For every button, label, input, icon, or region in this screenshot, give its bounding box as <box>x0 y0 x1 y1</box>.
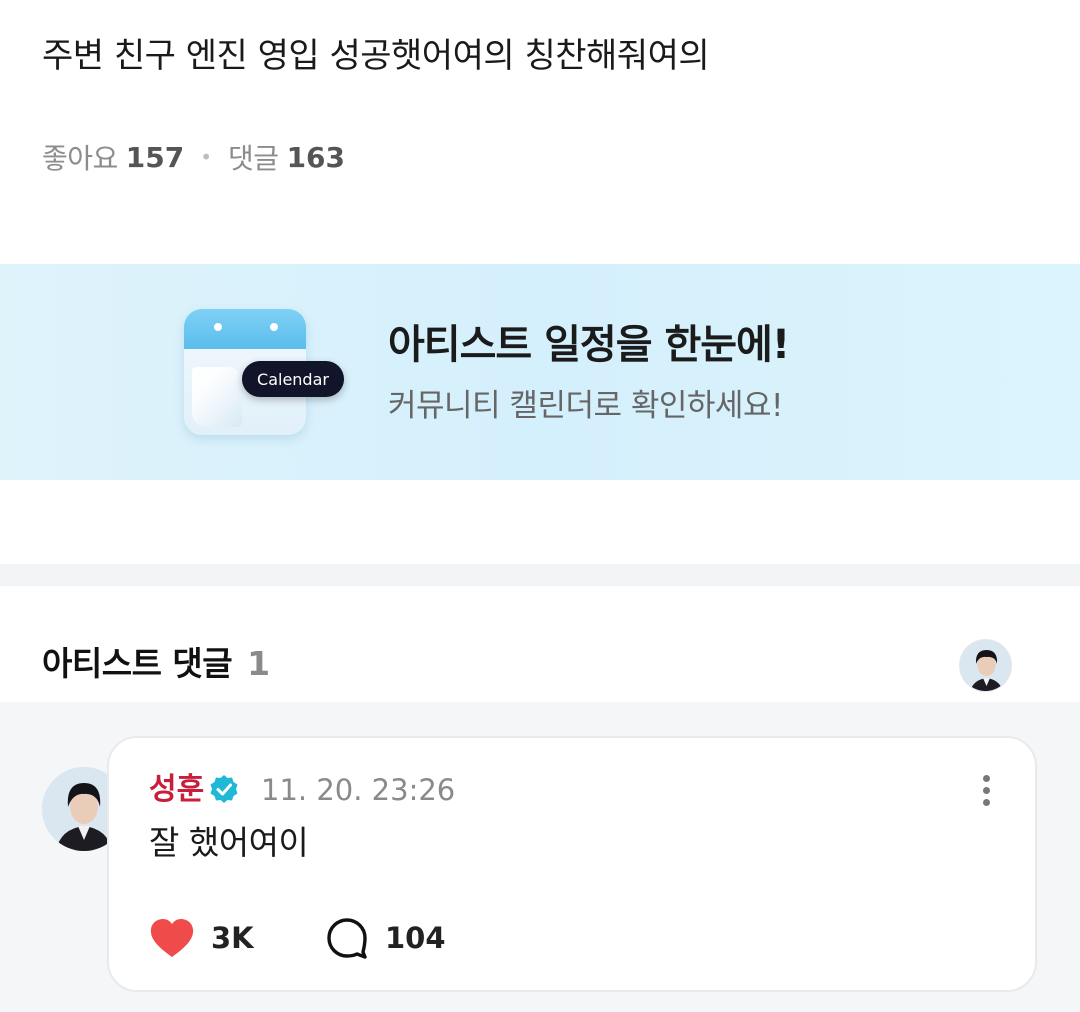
reply-button[interactable]: 104 <box>325 914 446 962</box>
artist-comments-count: 1 <box>247 644 270 683</box>
separator-dot: • <box>200 145 213 169</box>
comments-label: 댓글 <box>228 142 279 175</box>
reply-count: 104 <box>385 921 446 955</box>
artist-comments-heading: 아티스트 댓글 1 <box>42 640 270 688</box>
comment-author-name[interactable]: 성훈 <box>149 770 204 810</box>
comments-count[interactable]: 163 <box>287 141 345 174</box>
banner-title: 아티스트 일정을 한눈에! <box>388 322 790 368</box>
section-divider <box>0 564 1080 586</box>
more-vert-icon[interactable] <box>971 770 1001 810</box>
likes-label: 좋아요 <box>42 142 118 175</box>
speech-bubble-icon <box>327 918 367 959</box>
post-stats: 좋아요 157 • 댓글 163 <box>42 136 345 178</box>
artist-comments-title: 아티스트 댓글 <box>42 644 233 683</box>
comment-text: 잘 했어여이 <box>149 823 309 862</box>
likes-count[interactable]: 157 <box>126 141 184 174</box>
artist-avatar-small[interactable] <box>959 639 1012 692</box>
artist-comment-section: 성훈 11. 20. 23:26 잘 했어여이 3K 104 <box>0 702 1080 1012</box>
like-count: 3K <box>211 921 254 955</box>
calendar-tag: Calendar <box>242 361 344 397</box>
comment-card[interactable]: 성훈 11. 20. 23:26 잘 했어여이 3K 104 <box>107 736 1037 992</box>
comment-timestamp: 11. 20. 23:26 <box>261 773 456 807</box>
calendar-icon: Calendar <box>184 309 344 435</box>
banner-subtitle: 커뮤니티 캘린더로 확인하세요! <box>388 388 783 424</box>
like-button[interactable]: 3K <box>149 914 254 962</box>
heart-icon <box>150 919 194 957</box>
post-title: 주변 친구 엔진 영입 성공햇어여의 칭찬해줘여의 <box>42 36 710 76</box>
verified-badge-icon <box>210 775 238 803</box>
calendar-promo-banner[interactable]: Calendar 아티스트 일정을 한눈에! 커뮤니티 캘린더로 확인하세요! <box>0 264 1080 480</box>
